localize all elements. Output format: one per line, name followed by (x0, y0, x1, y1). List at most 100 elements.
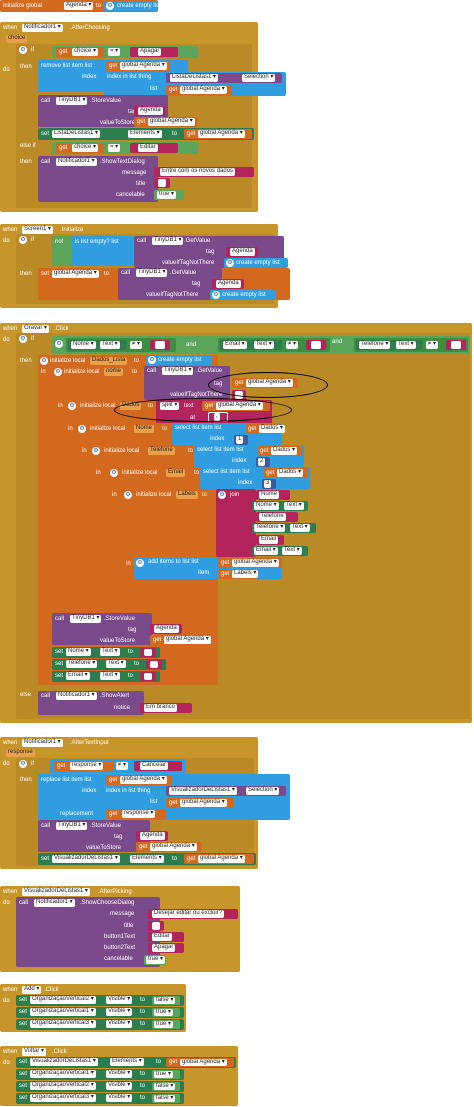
gear-icon[interactable]: ⚙ (68, 402, 76, 410)
n1-text[interactable]: 1 (236, 436, 244, 444)
global-agenda-var[interactable]: global Agenda (180, 799, 227, 807)
join-nome-text[interactable]: Nome (256, 490, 290, 500)
n3-text[interactable]: 3 (264, 480, 272, 488)
elements-dropdown[interactable]: Elements (128, 130, 162, 138)
gear-icon[interactable]: ⚙ (92, 447, 100, 455)
get-labels[interactable]: get Labels (218, 569, 259, 579)
call-tinydb-store-3[interactable]: call TinyDB1 .StoreValue tag valueToStor… (38, 820, 150, 852)
visible-dropdown[interactable]: Visible (106, 996, 133, 1004)
false-dropdown[interactable]: false (154, 997, 176, 1004)
create-empty-list-4[interactable]: ⚙ create empty list (146, 355, 212, 365)
empty-text[interactable] (150, 661, 158, 668)
visible-dropdown[interactable]: Visible (106, 1008, 133, 1016)
apagar-text[interactable]: Apagar (152, 944, 176, 952)
global-agenda-var[interactable]: global Agenda (198, 130, 245, 138)
visible-dropdown[interactable]: Visible (106, 1020, 133, 1028)
add-dropdown[interactable]: Add (22, 986, 42, 994)
not-block[interactable]: not (52, 236, 74, 266)
gear-icon[interactable]: ⚙ (106, 2, 114, 10)
gear-icon[interactable]: ⚙ (54, 368, 62, 376)
global-agenda-var[interactable]: global Agenda (148, 118, 195, 126)
bool-true[interactable]: true (152, 1008, 180, 1017)
create-empty-list-3[interactable]: ⚙ create empty list (210, 290, 276, 300)
bool-true[interactable]: true (154, 190, 184, 200)
response-var[interactable]: response (122, 810, 156, 818)
text-prop-dropdown[interactable]: Text (100, 341, 120, 349)
global-agenda-var[interactable]: global Agenda (164, 636, 211, 644)
text-choose-message[interactable]: Desejar editar ou excluir? (148, 909, 238, 919)
call-showtextdialog[interactable]: call Notificador1 .ShowTextDialog messag… (38, 156, 158, 202)
text-prop-dropdown[interactable]: Text (100, 648, 120, 656)
tinydb-dropdown[interactable]: TinyDB1 (136, 269, 168, 277)
select-list-item-telefone[interactable]: select list item list index get Dados 2 (194, 445, 304, 467)
true-dropdown[interactable]: true (154, 1071, 174, 1078)
n2-text[interactable]: 2 (258, 458, 266, 466)
get-global-agenda-11[interactable]: get global Agenda (136, 842, 202, 852)
telefone-dropdown[interactable]: Telefone (254, 524, 286, 532)
tinydb-dropdown[interactable]: TinyDB1 (56, 822, 88, 830)
call-getvalue-2[interactable]: call TinyDB1 .GetValue tag valueIfTagNot… (118, 268, 222, 300)
init-local-labels[interactable]: in ⚙ initialize local Labels to in (110, 489, 218, 597)
visible-dropdown[interactable]: Visible (106, 1094, 133, 1102)
org-dropdown[interactable]: OrganizaçãoVertical2 (30, 996, 96, 1004)
select-list-item-email[interactable]: select list item list index get Dados 3 (200, 467, 310, 489)
set-org1-visible[interactable]: set OrganizaçãoVertical1 Visible to true (16, 1007, 184, 1018)
set-telefone-text[interactable]: set Telefone Text to (52, 659, 166, 670)
join-email-getter[interactable]: Email Text (252, 546, 308, 556)
editar-text[interactable]: Editar (152, 933, 172, 941)
number-3[interactable]: 3 (262, 479, 276, 489)
neq-operator[interactable]: ≠ (286, 341, 298, 349)
text-prop-dropdown[interactable]: Text (106, 660, 126, 668)
org-dropdown[interactable]: OrganizaçãoVertical1 (30, 1070, 96, 1078)
compare-choice-editar[interactable]: get choice = Editar (52, 142, 198, 154)
set-listview-elements-2[interactable]: set VisualizadorDeListas1 Elements to ge… (38, 853, 256, 865)
global-agenda-var[interactable]: global Agenda (150, 843, 197, 851)
select-list-item-nome[interactable]: select list item list index get Dados 1 (172, 423, 286, 445)
choice-var[interactable]: choice (72, 144, 99, 152)
nome-var[interactable]: nome (104, 368, 124, 376)
tinydb-dropdown[interactable]: TinyDB1 (152, 237, 184, 245)
empty-text[interactable] (144, 649, 152, 656)
compare-nome[interactable]: Nome Text ≠ (66, 338, 176, 352)
listview-dropdown[interactable]: VisualizadorDeListas1 (22, 888, 90, 896)
agenda-text[interactable]: Agenda (216, 280, 241, 288)
gear-icon[interactable]: ⚙ (148, 356, 156, 364)
screen-dropdown[interactable]: Screen1 (22, 226, 54, 234)
get-global-agenda-3[interactable]: get global Agenda (134, 117, 198, 127)
telefone-text[interactable]: Telefone (259, 513, 286, 521)
global-agenda-var[interactable]: global Agenda (120, 776, 167, 784)
compare-choice-apagar[interactable]: get choice = Apagar (52, 46, 198, 58)
get-response-block[interactable]: get response (54, 761, 114, 771)
listview-dropdown[interactable]: ListaDeListas1 (170, 74, 219, 82)
set-org3-visible[interactable]: set OrganizaçãoVertical3 Visible to true (16, 1019, 184, 1030)
gear-icon[interactable]: ⚙ (78, 425, 86, 433)
bool-false[interactable]: false (152, 996, 180, 1005)
neq-operator[interactable]: ≠ (116, 762, 128, 770)
nome-dropdown[interactable]: Nome (254, 502, 279, 510)
set-listview-elements-3[interactable]: set VisualizadorDeListas1 Elements to ge… (16, 1057, 236, 1068)
text-apagar-2[interactable]: Apagar (148, 943, 184, 953)
listview-dropdown[interactable]: VisualizadorDeListas1 (169, 787, 237, 795)
gear-icon[interactable]: ⚙ (124, 491, 132, 499)
text-message[interactable]: Entre com os novos dados (154, 167, 254, 177)
labels-var[interactable]: Labels (176, 491, 198, 499)
tinydb-dropdown[interactable]: TinyDB1 (162, 367, 194, 375)
empty-text[interactable] (144, 673, 152, 680)
em-branco-text[interactable]: Em branco (144, 704, 178, 712)
visible-dropdown[interactable]: Visible (106, 1082, 133, 1090)
gear-icon[interactable]: ⚙ (19, 760, 27, 768)
text-prop-dropdown[interactable]: Text (100, 672, 120, 680)
email-text-getter[interactable]: Email Text (220, 340, 282, 350)
tinydb-dropdown[interactable]: TinyDB1 (56, 97, 88, 105)
gear-icon[interactable]: ⚙ (218, 491, 226, 499)
dados-var[interactable]: Dados (259, 425, 286, 433)
text-prop-dropdown[interactable]: Text (290, 524, 310, 532)
choice-var[interactable]: choice (72, 48, 99, 56)
elements-dropdown[interactable]: Elements (110, 1058, 144, 1066)
email-dropdown[interactable]: Email (223, 341, 247, 349)
empty-text[interactable] (311, 341, 321, 349)
join-email-text[interactable]: Email (256, 535, 284, 545)
dados-lista-var[interactable]: Dados_Lista (90, 357, 128, 365)
global-agenda-var[interactable]: global Agenda (198, 855, 245, 863)
gear-icon[interactable]: ⚙ (19, 46, 27, 54)
